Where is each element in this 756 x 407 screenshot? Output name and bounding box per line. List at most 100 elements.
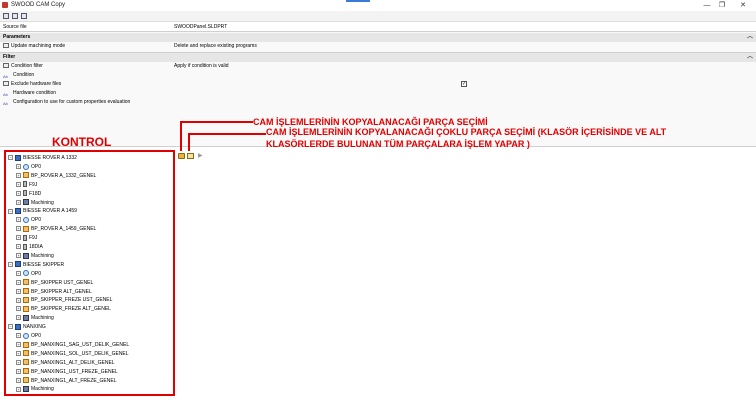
expand-icon[interactable]: +	[16, 306, 21, 312]
expand-icon[interactable]: +	[16, 315, 21, 321]
filter-header[interactable]: Filter ︿	[0, 53, 756, 62]
tree-item[interactable]: + BP_SKIPPER UST_GENEL	[16, 279, 93, 287]
tree-item[interactable]: + Machining	[16, 252, 54, 260]
tool-icon	[23, 243, 27, 250]
expand-icon[interactable]: +	[16, 386, 21, 392]
tree-item[interactable]: + BP_NANXING1_SOL_UST_DELIK_GENEL	[16, 350, 129, 358]
machining-icon	[23, 252, 29, 259]
tree-item[interactable]: + BP_NANXING1_UST_FREZE_GENEL	[16, 368, 118, 376]
tree-item-label: OP0	[31, 163, 42, 170]
expand-icon[interactable]: +	[16, 270, 21, 276]
expand-icon[interactable]: +	[16, 164, 21, 170]
close-button[interactable]: ✕	[736, 1, 750, 10]
expand-icon[interactable]: +	[16, 377, 21, 383]
tree-item[interactable]: − BIESSE ROVER A 1332	[8, 154, 77, 162]
condition-row[interactable]: Ab Condition	[0, 71, 756, 80]
exclude-hardware-checkbox[interactable]: ✓	[461, 81, 467, 87]
tree-item[interactable]: + BP_ROVER A_1332_GENEL	[16, 172, 96, 180]
tree-item-label: NANXING	[23, 324, 46, 331]
tree-item-label: BIESSE SKIPPER	[23, 261, 65, 268]
filter-icon	[3, 63, 9, 69]
tree-item[interactable]: + OP0	[16, 163, 41, 171]
part-icon	[23, 341, 29, 348]
annotation-arrow	[188, 133, 266, 135]
tree-item-label: BP_SKIPPER_FREZE ALT_GENEL	[31, 306, 111, 313]
part-icon	[23, 368, 29, 375]
expand-icon[interactable]: +	[16, 172, 21, 178]
tree-item-label: BIESSE ROVER A 1459	[23, 208, 77, 215]
expand-icon[interactable]: +	[16, 235, 21, 241]
save-icon[interactable]	[12, 13, 18, 19]
part-icon	[23, 377, 29, 384]
tree-item-label: BP_ROVER A_1332_GENEL	[31, 172, 97, 179]
tree-item[interactable]: + F9J	[16, 234, 37, 242]
update-mode-value[interactable]: Delete and replace existing programs	[174, 42, 257, 51]
tree-item[interactable]: + BP_SKIPPER_FREZE UST_GENEL	[16, 296, 112, 304]
tree-item[interactable]: + BP_NANXING1_SAG_UST_DELIK_GENEL	[16, 341, 129, 349]
source-file-value[interactable]: SWOODPanel.SLDPRT	[174, 23, 227, 32]
expand-icon[interactable]: +	[16, 342, 21, 348]
source-file-row[interactable]: Source file SWOODPanel.SLDPRT	[0, 23, 756, 32]
expand-icon[interactable]: +	[16, 279, 21, 285]
tree-item[interactable]: − BIESSE SKIPPER	[8, 261, 64, 269]
part-icon	[23, 297, 29, 304]
condition-filter-row[interactable]: Condition filter Apply if condition is v…	[0, 62, 756, 71]
tree-item[interactable]: + Machining	[16, 385, 54, 393]
tree-item[interactable]: + F9J	[16, 181, 37, 189]
collapse-icon[interactable]: −	[8, 324, 13, 330]
expand-icon[interactable]: +	[16, 217, 21, 223]
expand-icon[interactable]: +	[16, 190, 21, 196]
new-icon[interactable]	[3, 13, 9, 19]
tree-item[interactable]: + BP_ROVER A_1459_GENEL	[16, 225, 96, 233]
expand-icon[interactable]: +	[16, 199, 21, 205]
expand-icon[interactable]: +	[16, 297, 21, 303]
tree-item[interactable]: + Machining	[16, 199, 54, 207]
condition-filter-value[interactable]: Apply if condition is valid	[174, 62, 228, 71]
select-folder-icon[interactable]	[187, 153, 194, 159]
restore-button[interactable]: ❐	[715, 1, 729, 10]
operation-icon	[23, 270, 29, 277]
expand-icon[interactable]: +	[16, 368, 21, 374]
collapse-icon[interactable]: −	[8, 261, 13, 267]
tree-item[interactable]: − BIESSE ROVER A 1459	[8, 207, 77, 215]
tree-item[interactable]: + OP0	[16, 270, 41, 278]
part-icon	[23, 279, 29, 286]
expand-icon[interactable]: +	[16, 359, 21, 365]
expand-icon[interactable]: +	[16, 181, 21, 187]
configuration-row[interactable]: Ab Configuration to use for custom proper…	[0, 98, 756, 107]
annotation-kontrol: KONTROL	[52, 135, 112, 149]
tree-item[interactable]: + OP0	[16, 332, 41, 340]
update-mode-row[interactable]: Update machining mode Delete and replace…	[0, 42, 756, 51]
tree-item[interactable]: + BP_SKIPPER ALT_GENEL	[16, 288, 92, 296]
hardware-condition-row[interactable]: Ab Hardware condition	[0, 89, 756, 98]
collapse-icon[interactable]: −	[8, 155, 13, 161]
tree-item-label: 18DIA	[29, 244, 43, 250]
collapse-icon[interactable]: −	[8, 208, 13, 214]
minimize-button[interactable]: —	[700, 1, 714, 10]
tree-item[interactable]: + BP_SKIPPER_FREZE ALT_GENEL	[16, 305, 111, 313]
expand-icon[interactable]: +	[16, 288, 21, 294]
collapse-chevron-icon[interactable]: ︿	[747, 53, 753, 62]
tree-item[interactable]: + BP_NANXING1_ALT_FREZE_GENEL	[16, 377, 117, 385]
tree-item[interactable]: + F18D	[16, 190, 41, 198]
parameters-header[interactable]: Parameters ︿	[0, 33, 756, 42]
play-icon[interactable]: ▶	[198, 153, 205, 159]
tree-item[interactable]: + BP_NANXING1_ALT_DELIK_GENEL	[16, 359, 115, 367]
expand-icon[interactable]: +	[16, 350, 21, 356]
expand-icon[interactable]: +	[16, 226, 21, 232]
tree-item[interactable]: + OP0	[16, 216, 41, 224]
tree-item[interactable]: − NANXING	[8, 323, 46, 331]
save-as-icon[interactable]	[21, 13, 27, 19]
part-icon	[23, 288, 29, 295]
expand-icon[interactable]: +	[16, 333, 21, 339]
exclude-hardware-row[interactable]: Exclude hardware files ✓	[0, 80, 756, 89]
tree-item[interactable]: +18DIA	[16, 243, 43, 251]
tree-item-label: Machining	[31, 386, 54, 393]
tree-item[interactable]: + Machining	[16, 314, 54, 322]
expand-icon[interactable]: +	[16, 244, 21, 250]
collapse-chevron-icon[interactable]: ︿	[747, 33, 753, 42]
expand-icon[interactable]: +	[16, 253, 21, 259]
select-part-icon[interactable]	[178, 153, 185, 159]
configuration-key: Configuration to use for custom properti…	[13, 99, 131, 105]
machining-icon	[23, 314, 29, 321]
